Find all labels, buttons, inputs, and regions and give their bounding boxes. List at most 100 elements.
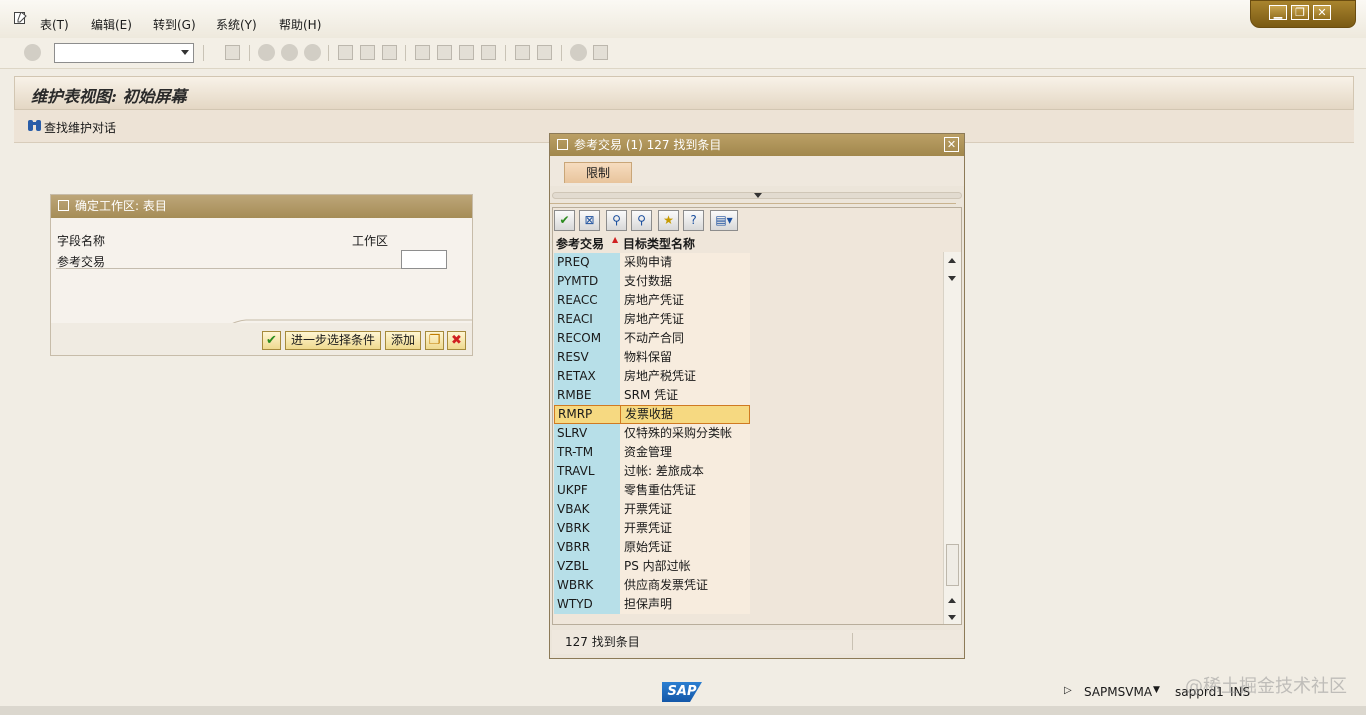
target-type-cell[interactable]: 房地产凭证 — [620, 310, 750, 329]
deselect-icon[interactable]: ⊠ — [579, 210, 600, 231]
enter-icon[interactable] — [24, 44, 41, 61]
add-button[interactable]: 添加 — [385, 331, 421, 350]
scroll-down-icon[interactable] — [948, 615, 956, 620]
reference-transaction-cell[interactable]: VBRK — [554, 519, 620, 538]
reference-transaction-cell[interactable]: TRAVL — [554, 462, 620, 481]
target-type-cell[interactable]: 担保声明 — [620, 595, 750, 614]
table-row[interactable]: VBRR 原始凭证 — [554, 538, 750, 557]
target-type-cell[interactable]: SRM 凭证 — [620, 386, 750, 405]
menu-system[interactable]: 系统(Y) — [216, 16, 257, 33]
copy-icon[interactable]: ❐ — [425, 331, 444, 350]
save-icon[interactable] — [224, 44, 241, 61]
reference-transaction-cell[interactable]: RESV — [554, 348, 620, 367]
target-type-cell[interactable]: 房地产税凭证 — [620, 367, 750, 386]
last-page-icon[interactable] — [480, 44, 497, 61]
menu-help[interactable]: 帮助(H) — [279, 16, 321, 33]
first-page-icon[interactable] — [414, 44, 431, 61]
table-row[interactable]: TRAVL 过帐: 差旅成本 — [554, 462, 750, 481]
cancel-icon[interactable] — [304, 44, 321, 61]
command-field[interactable] — [54, 43, 194, 63]
previous-page-icon[interactable] — [436, 44, 453, 61]
reference-transaction-cell[interactable]: RETAX — [554, 367, 620, 386]
table-row[interactable]: RMRP 发票收据 — [554, 405, 750, 424]
reference-transaction-cell[interactable]: TR-TM — [554, 443, 620, 462]
help-icon[interactable] — [570, 44, 587, 61]
work-area-input[interactable] — [401, 250, 447, 269]
reference-transaction-cell[interactable]: WBRK — [554, 576, 620, 595]
reference-transaction-cell[interactable]: SLRV — [554, 424, 620, 443]
restore-icon[interactable]: ❐ — [1291, 5, 1309, 20]
target-type-cell[interactable]: 物料保留 — [620, 348, 750, 367]
table-row[interactable]: VBAK 开票凭证 — [554, 500, 750, 519]
close-window-icon[interactable]: ✕ — [1313, 5, 1331, 20]
table-row[interactable]: RECOM 不动产合同 — [554, 329, 750, 348]
find-next-icon[interactable] — [381, 44, 398, 61]
chevron-down-icon[interactable] — [181, 50, 189, 55]
table-row[interactable]: PREQ 采购申请 — [554, 253, 750, 272]
reference-transaction-cell[interactable]: VBAK — [554, 500, 620, 519]
info-icon[interactable]: ? — [683, 210, 704, 231]
table-row[interactable]: WTYD 担保声明 — [554, 595, 750, 614]
exit-icon[interactable] — [281, 44, 298, 61]
tab-restrict[interactable]: 限制 — [564, 162, 632, 183]
target-type-cell[interactable]: 房地产凭证 — [620, 291, 750, 310]
table-row[interactable]: UKPF 零售重估凭证 — [554, 481, 750, 500]
print-icon[interactable] — [337, 44, 354, 61]
table-row[interactable]: RESV 物料保留 — [554, 348, 750, 367]
target-type-cell[interactable]: 仅特殊的采购分类帐 — [620, 424, 750, 443]
table-row[interactable]: REACI 房地产凭证 — [554, 310, 750, 329]
scroll-thumb[interactable] — [946, 544, 959, 586]
reference-transaction-cell[interactable]: REACI — [554, 310, 620, 329]
find-icon[interactable]: ⚲ — [606, 210, 627, 231]
app-menu-icon[interactable] — [14, 12, 27, 24]
reference-transaction-cell[interactable]: UKPF — [554, 481, 620, 500]
expand-splitter[interactable] — [552, 192, 962, 199]
cancel-icon[interactable]: ✖ — [447, 331, 466, 350]
table-row[interactable]: SLRV 仅特殊的采购分类帐 — [554, 424, 750, 443]
target-type-cell[interactable]: 开票凭证 — [620, 500, 750, 519]
target-type-cell[interactable]: 不动产合同 — [620, 329, 750, 348]
scroll-down-icon[interactable] — [948, 276, 956, 281]
reference-transaction-cell[interactable]: RECOM — [554, 329, 620, 348]
new-session-icon[interactable] — [514, 44, 531, 61]
confirm-icon[interactable]: ✔ — [262, 331, 281, 350]
close-icon[interactable]: ✕ — [944, 137, 959, 152]
table-row[interactable]: RMBE SRM 凭证 — [554, 386, 750, 405]
target-type-cell[interactable]: 支付数据 — [620, 272, 750, 291]
target-type-cell[interactable]: 发票收据 — [620, 405, 750, 424]
target-type-cell[interactable]: 零售重估凭证 — [620, 481, 750, 500]
table-row[interactable]: PYMTD 支付数据 — [554, 272, 750, 291]
table-row[interactable]: TR-TM 资金管理 — [554, 443, 750, 462]
accept-icon[interactable]: ✔ — [554, 210, 575, 231]
column-header-reference-transaction[interactable]: 参考交易 — [556, 235, 604, 252]
reference-transaction-cell[interactable]: RMRP — [554, 405, 620, 424]
find-maintenance-dialog-button[interactable]: 查找维护对话 — [44, 119, 116, 136]
scroll-up-icon[interactable] — [948, 258, 956, 263]
expand-status-icon[interactable]: ▷ — [1064, 685, 1072, 696]
reference-transaction-cell[interactable]: REACC — [554, 291, 620, 310]
table-row[interactable]: RETAX 房地产税凭证 — [554, 367, 750, 386]
table-row[interactable]: REACC 房地产凭证 — [554, 291, 750, 310]
scroll-up-icon[interactable] — [948, 598, 956, 603]
target-type-cell[interactable]: 过帐: 差旅成本 — [620, 462, 750, 481]
reference-transaction-cell[interactable]: PYMTD — [554, 272, 620, 291]
target-type-cell[interactable]: 供应商发票凭证 — [620, 576, 750, 595]
target-type-cell[interactable]: PS 内部过帐 — [620, 557, 750, 576]
menu-edit[interactable]: 编辑(E) — [91, 16, 132, 33]
find-next-icon[interactable]: ⚲ — [631, 210, 652, 231]
target-type-cell[interactable]: 资金管理 — [620, 443, 750, 462]
shortcut-icon[interactable] — [536, 44, 553, 61]
chevron-down-icon[interactable]: ▼ — [1153, 685, 1160, 695]
print-icon[interactable]: ▤▾ — [710, 210, 738, 231]
further-selection-button[interactable]: 进一步选择条件 — [285, 331, 381, 350]
back-icon[interactable] — [258, 44, 275, 61]
next-page-icon[interactable] — [458, 44, 475, 61]
table-row[interactable]: VBRK 开票凭证 — [554, 519, 750, 538]
target-type-cell[interactable]: 开票凭证 — [620, 519, 750, 538]
reference-transaction-cell[interactable]: PREQ — [554, 253, 620, 272]
reference-transaction-cell[interactable]: VBRR — [554, 538, 620, 557]
layout-icon[interactable] — [592, 44, 609, 61]
menu-goto[interactable]: 转到(G) — [153, 16, 196, 33]
favorite-icon[interactable]: ★ — [658, 210, 679, 231]
menu-table[interactable]: 表(T) — [40, 16, 69, 33]
